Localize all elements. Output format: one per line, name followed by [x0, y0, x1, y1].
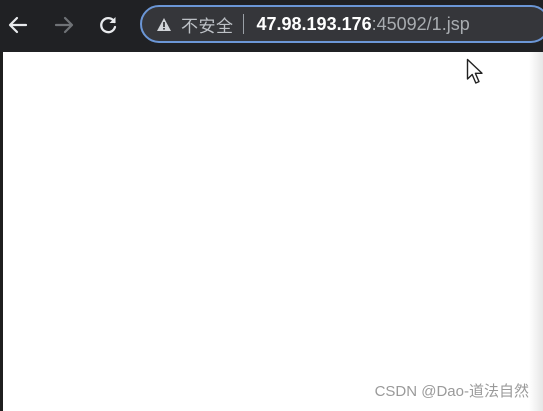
back-button[interactable] — [2, 9, 34, 41]
forward-button[interactable] — [48, 9, 80, 41]
arrow-right-icon — [54, 16, 74, 34]
warning-triangle-icon[interactable] — [156, 17, 172, 32]
address-bar-divider — [242, 14, 244, 34]
reload-icon — [100, 17, 117, 34]
page-content[interactable] — [3, 52, 529, 411]
url-host[interactable]: 47.98.193.176 — [257, 14, 372, 35]
browser-toolbar: 不安全 47.98.193.176 :45092/1.jsp — [0, 0, 543, 52]
window-right-edge — [529, 52, 543, 411]
arrow-left-icon — [8, 16, 28, 34]
browser-window: 不安全 47.98.193.176 :45092/1.jsp CSDN @Dao… — [0, 0, 543, 411]
reload-button[interactable] — [92, 9, 124, 41]
watermark-text: CSDN @Dao-道法自然 — [374, 383, 529, 400]
security-status-label[interactable]: 不安全 — [181, 12, 234, 37]
url-path[interactable]: :45092/1.jsp — [372, 14, 470, 35]
address-bar[interactable]: 不安全 47.98.193.176 :45092/1.jsp — [140, 5, 543, 43]
mouse-pointer-icon — [466, 58, 483, 84]
